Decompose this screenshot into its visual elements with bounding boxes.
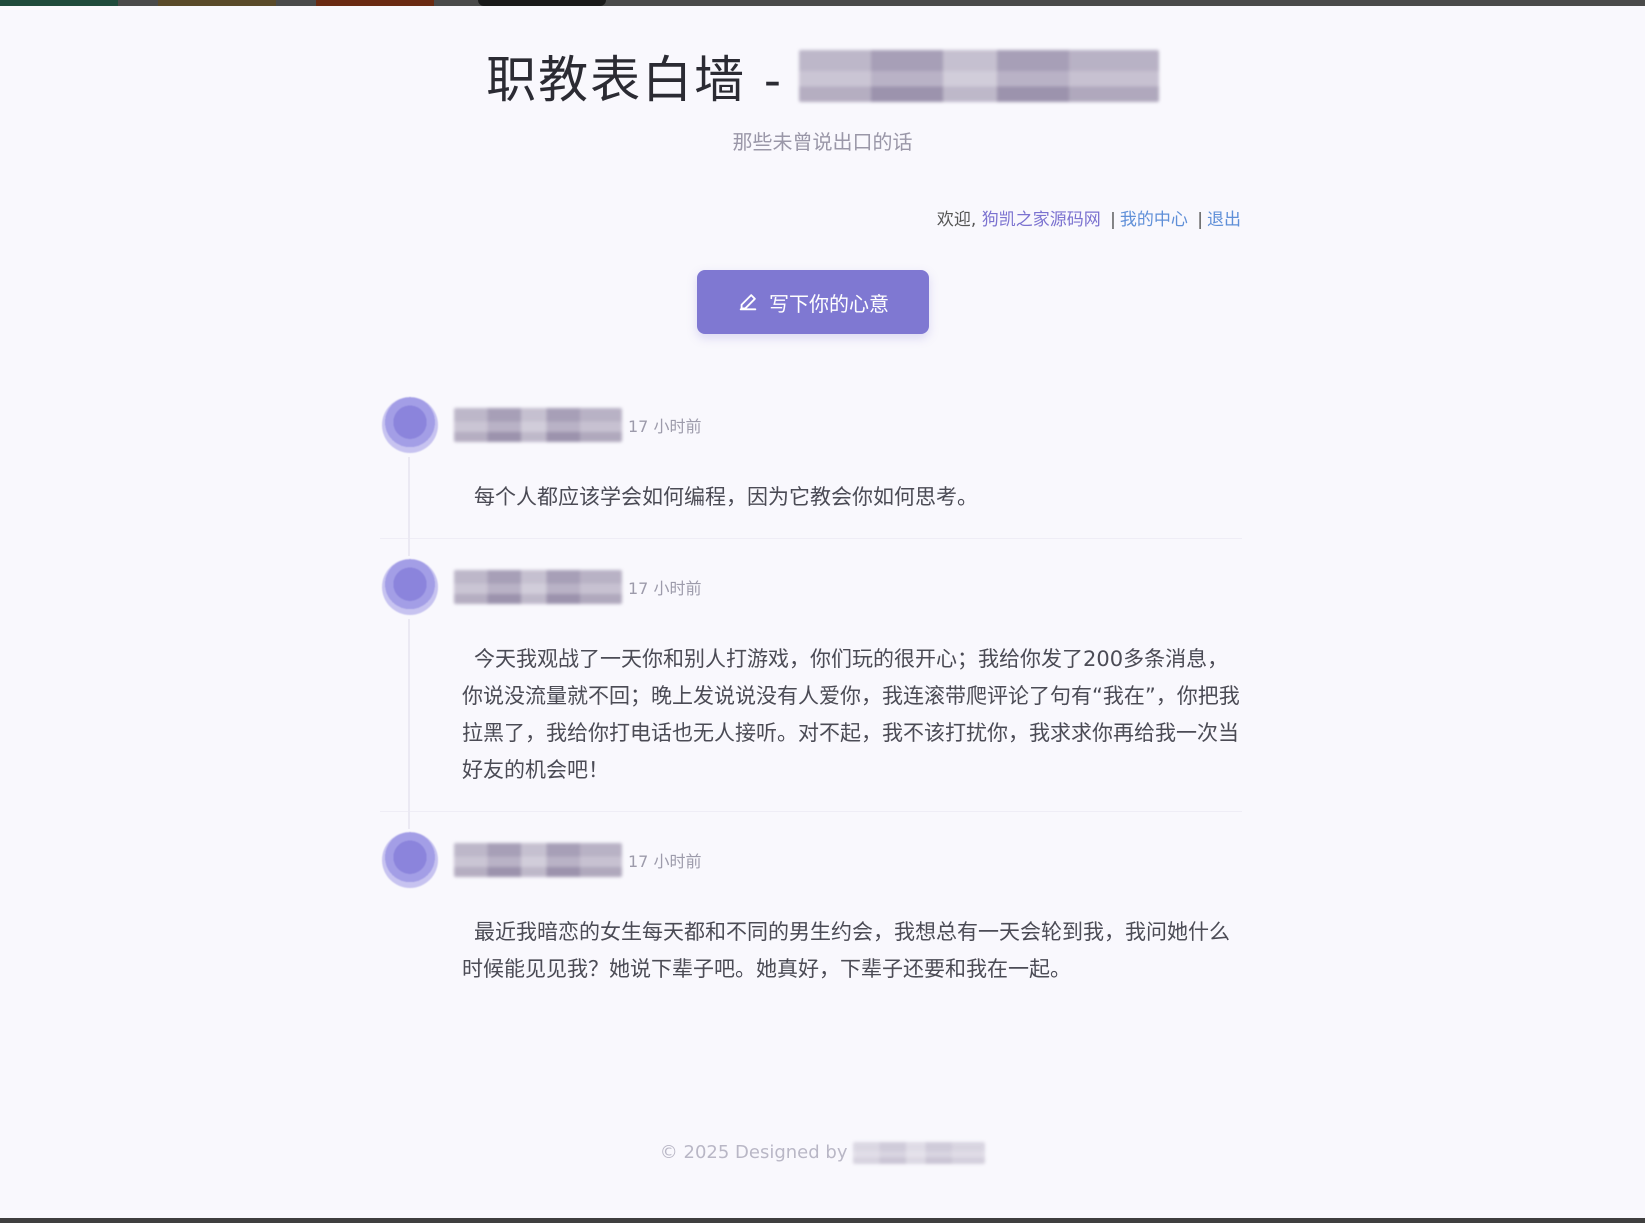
pen-icon xyxy=(737,291,759,313)
page-header: 职教表白墙 - 那些未曾说出口的话 xyxy=(0,40,1645,155)
window-bottom-edge xyxy=(0,1218,1645,1223)
page-title-text: 职教表白墙 - xyxy=(486,40,783,112)
post-header: 17 小时前 xyxy=(380,830,1242,890)
redacted-site-name xyxy=(799,50,1159,102)
redacted-author xyxy=(454,843,622,877)
post-item: 17 小时前 最近我暗恋的女生每天都和不同的男生约会，我想总有一天会轮到我，我问… xyxy=(380,830,1242,1010)
avatar[interactable] xyxy=(382,832,438,888)
post-item: 17 小时前 今天我观战了一天你和别人打游戏，你们玩的很开心；我给你发了200多… xyxy=(380,557,1242,812)
post-content: 最近我暗恋的女生每天都和不同的男生约会，我想总有一天会轮到我，我问她什么时候能见… xyxy=(462,914,1242,988)
timeline-rail xyxy=(408,619,410,829)
welcome-text: 欢迎, xyxy=(937,210,976,230)
post-header: 17 小时前 xyxy=(380,395,1242,455)
post-header: 17 小时前 xyxy=(380,557,1242,617)
username-link[interactable]: 狗凯之家源码网 xyxy=(982,210,1101,230)
logout-link[interactable]: 退出 xyxy=(1207,210,1241,230)
post-content: 每个人都应该学会如何编程，因为它教会你如何思考。 xyxy=(462,479,1242,516)
my-center-link[interactable]: 我的中心 xyxy=(1120,210,1188,230)
footer-text: © 2025 Designed by xyxy=(660,1142,848,1163)
avatar[interactable] xyxy=(382,559,438,615)
post-content: 今天我观战了一天你和别人打游戏，你们玩的很开心；我给你发了200多条消息，你说没… xyxy=(462,641,1242,789)
post-time: 17 小时前 xyxy=(628,413,701,437)
redacted-author xyxy=(454,570,622,604)
separator: | xyxy=(1110,210,1116,230)
page-footer: © 2025 Designed by xyxy=(0,1142,1645,1164)
user-bar: 欢迎, 狗凯之家源码网 |我的中心 |退出 xyxy=(937,205,1241,230)
redacted-designer xyxy=(853,1142,985,1164)
post-time: 17 小时前 xyxy=(628,848,701,872)
page-title: 职教表白墙 - xyxy=(486,40,1159,112)
post-item: 17 小时前 每个人都应该学会如何编程，因为它教会你如何思考。 xyxy=(380,395,1242,539)
avatar[interactable] xyxy=(382,397,438,453)
post-time: 17 小时前 xyxy=(628,575,701,599)
write-button-label: 写下你的心意 xyxy=(769,288,889,317)
write-confession-button[interactable]: 写下你的心意 xyxy=(697,270,929,334)
post-feed: 17 小时前 每个人都应该学会如何编程，因为它教会你如何思考。 17 小时前 今… xyxy=(380,395,1242,1028)
timeline-rail xyxy=(408,457,410,556)
page-subtitle: 那些未曾说出口的话 xyxy=(0,126,1645,155)
browser-tab-strip xyxy=(0,0,1645,6)
separator: | xyxy=(1197,210,1203,230)
redacted-author xyxy=(454,408,622,442)
